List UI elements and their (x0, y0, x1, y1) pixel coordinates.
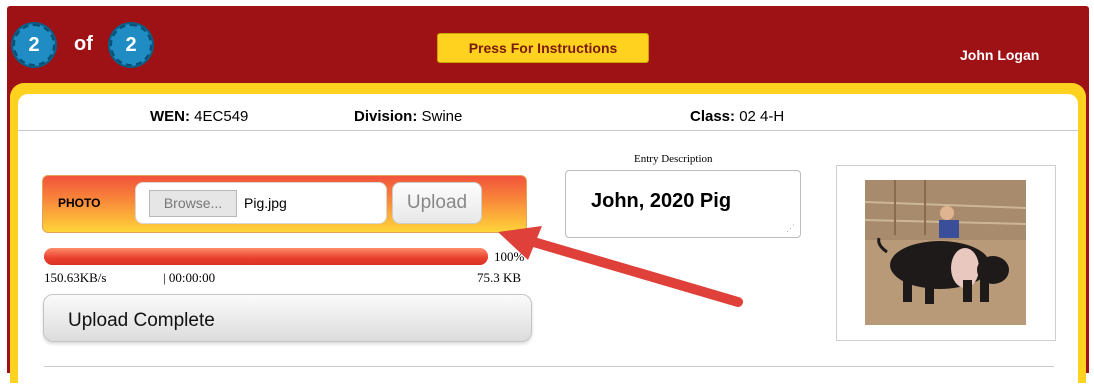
instructions-button[interactable]: Press For Instructions (437, 33, 649, 63)
class-value: 02 4-H (739, 108, 785, 125)
upload-progress-track (44, 248, 488, 265)
division-label: Division: (354, 108, 418, 125)
upload-speed: 150.63KB/s (44, 270, 107, 285)
elapsed-time: | 00:00:00 (163, 270, 216, 285)
current-entry-badge: 2 (13, 24, 55, 66)
photo-label: PHOTO (58, 196, 101, 210)
user-name: John Logan (960, 47, 1040, 63)
browse-button[interactable]: Browse... (149, 190, 237, 217)
total-entries-badge: 2 (110, 24, 152, 66)
arrow-annotation-icon (498, 226, 743, 307)
upload-status-text: Upload Complete (68, 310, 215, 331)
upload-button[interactable]: Upload (392, 182, 482, 224)
division-info: Division: Swine (354, 108, 462, 125)
resize-grip-icon[interactable]: ⋰ (786, 224, 795, 233)
class-info: Class: 02 4-H (690, 108, 784, 125)
page: 2 of 2 Press For Instructions John Logan… (0, 0, 1094, 384)
wen-info: WEN: 4EC549 (150, 108, 248, 125)
entry-description-value: John, 2020 Pig (591, 190, 732, 212)
selected-file-name: Pig.jpg (244, 195, 287, 211)
division-value: Swine (421, 108, 463, 125)
upload-progress-fill (44, 248, 488, 265)
pig-photo (865, 180, 1026, 325)
entry-description-label: Entry Description (634, 153, 713, 165)
wen-label: WEN: (150, 108, 190, 125)
class-label: Class: (690, 108, 736, 125)
of-label: of (74, 33, 93, 55)
wen-value: 4EC549 (194, 108, 249, 125)
section-divider (44, 366, 1054, 367)
